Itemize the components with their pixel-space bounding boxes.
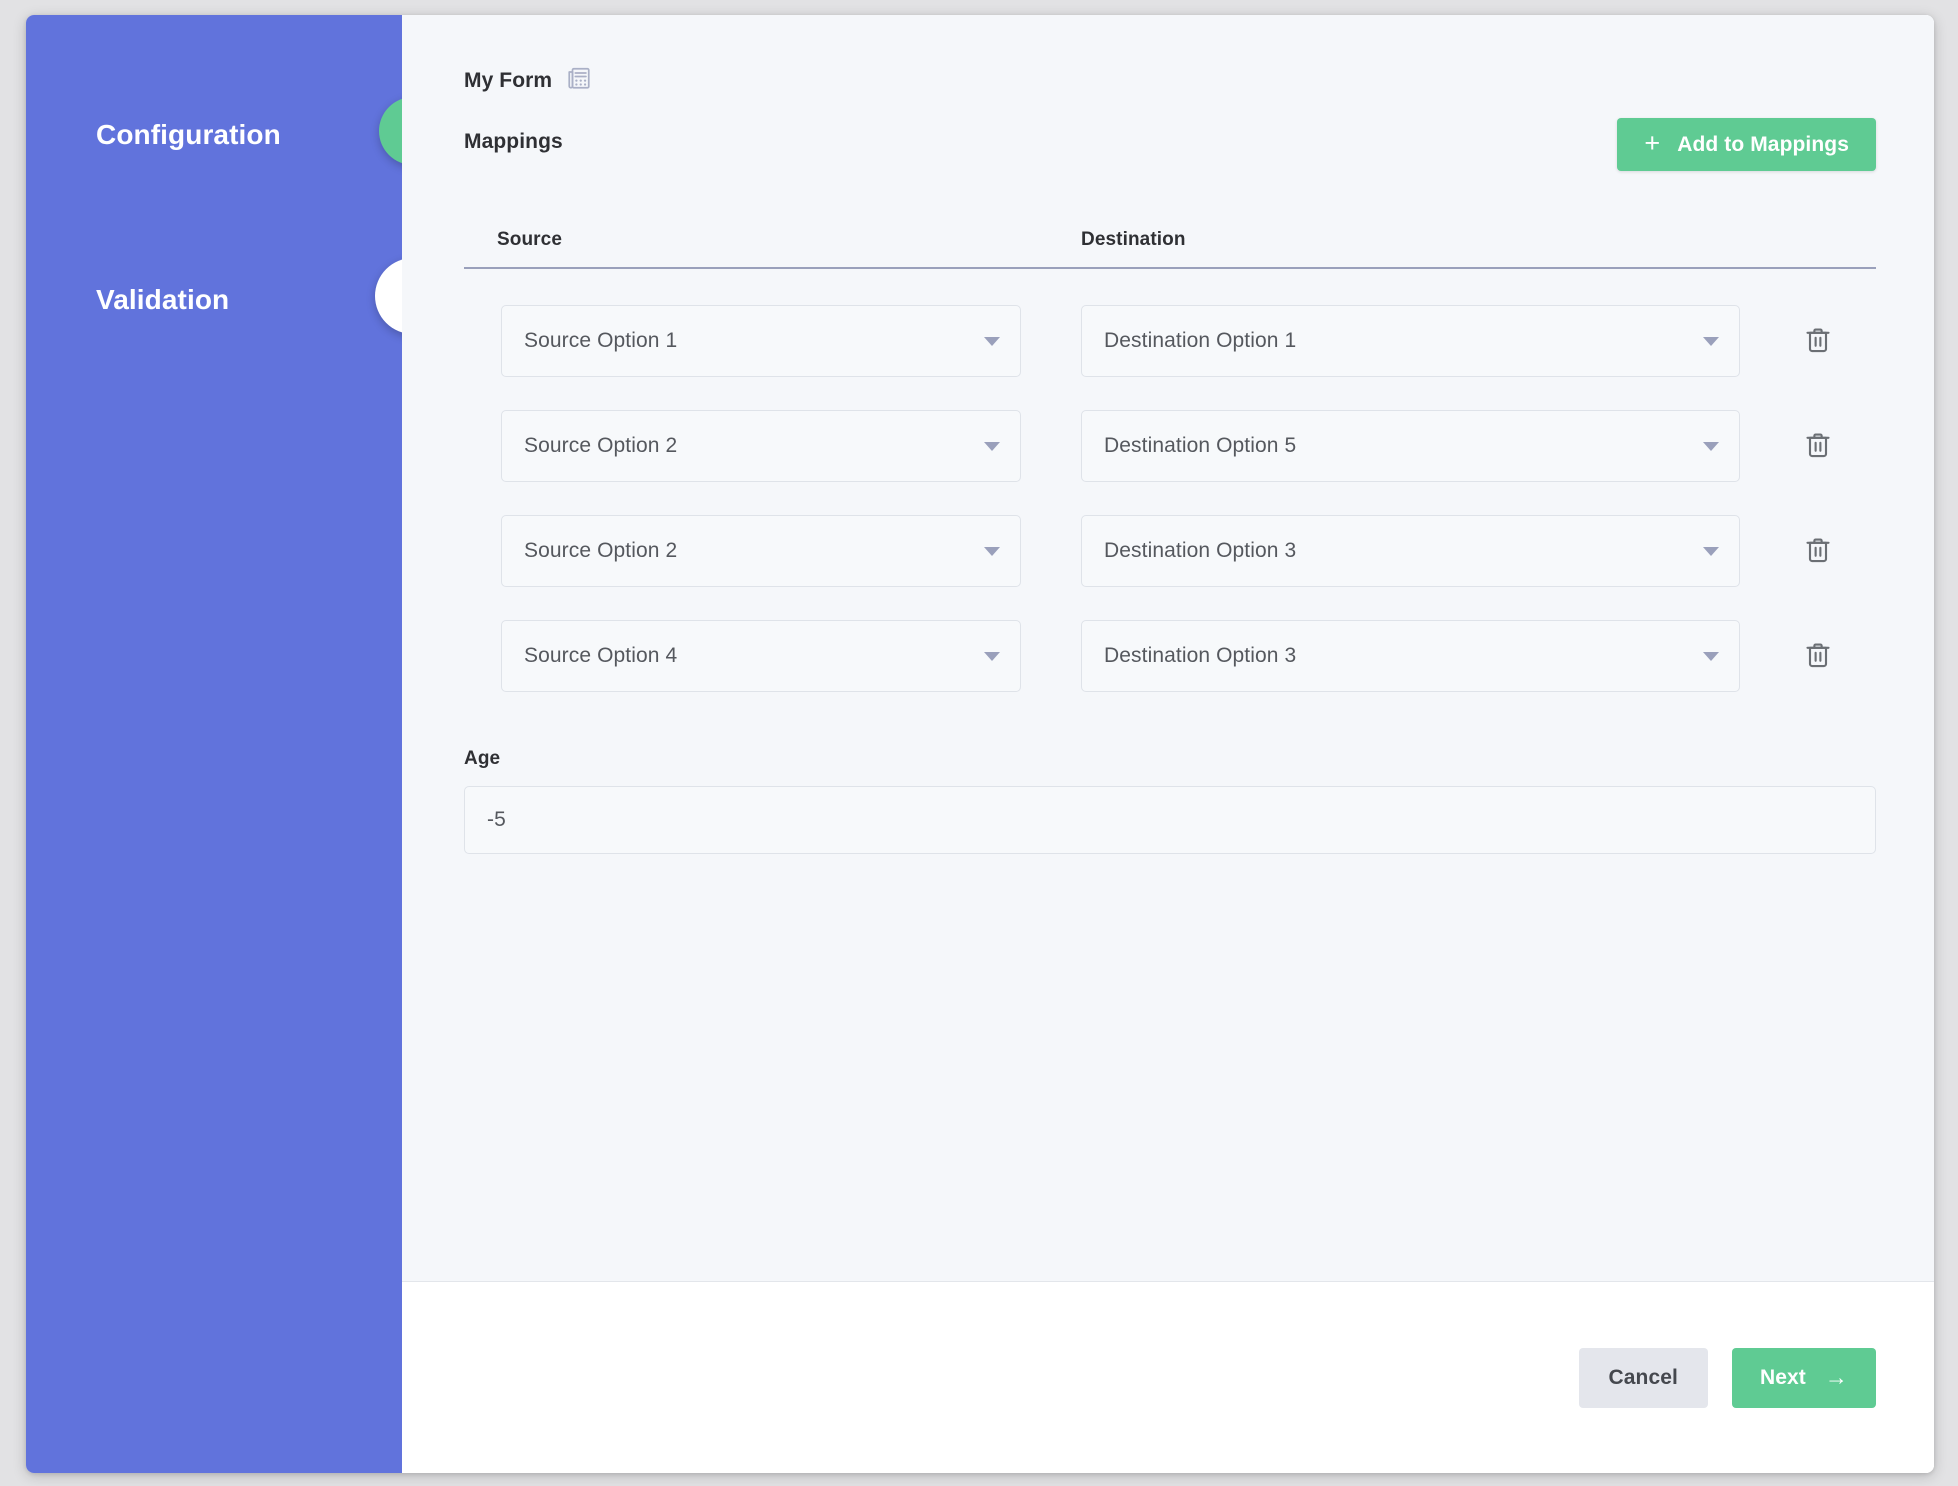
age-input[interactable] [464,786,1876,854]
next-button[interactable]: Next → [1732,1348,1876,1408]
destination-cell: Destination Option 3 [1054,515,1760,587]
chevron-down-icon [1703,652,1719,661]
delete-mapping-button-1[interactable] [1797,424,1839,469]
chevron-down-icon [984,442,1000,451]
table-row: Source Option 2 Destination Option 3 [464,515,1876,587]
delete-mapping-button-2[interactable] [1797,529,1839,574]
source-cell: Source Option 2 [464,515,1054,587]
delete-mapping-button-3[interactable] [1797,634,1839,679]
source-cell: Source Option 4 [464,620,1054,692]
table-row: Source Option 4 Destination Option 3 [464,620,1876,692]
content-area: My Form Mappings [402,15,1934,1281]
chevron-down-icon [984,547,1000,556]
cancel-button-label: Cancel [1609,1366,1678,1389]
section-header-row: Mappings + Add to Mappings [464,118,1876,171]
source-select-2[interactable]: Source Option 2 [501,515,1021,587]
chevron-down-icon [1703,547,1719,556]
destination-cell: Destination Option 5 [1054,410,1760,482]
table-row: Source Option 1 Destination Option 1 [464,305,1876,377]
destination-cell: Destination Option 3 [1054,620,1760,692]
source-select-1[interactable]: Source Option 2 [501,410,1021,482]
source-select-3[interactable]: Source Option 4 [501,620,1021,692]
table-row: Source Option 2 Destination Option 5 [464,410,1876,482]
wizard-dialog: Configuration 1 Validation 2 My Form [26,15,1934,1473]
add-to-mappings-button[interactable]: + Add to Mappings [1617,118,1876,171]
source-select-value-0: Source Option 1 [524,329,972,353]
destination-select-value-3: Destination Option 3 [1104,644,1691,668]
action-cell [1760,634,1876,679]
delete-mapping-button-0[interactable] [1797,319,1839,364]
column-header-destination: Destination [1054,229,1876,251]
column-header-source: Source [464,229,1054,251]
sidebar-item-configuration[interactable]: Configuration [96,100,426,170]
trash-icon [1803,640,1833,673]
next-button-label: Next [1760,1366,1806,1390]
destination-cell: Destination Option 1 [1054,305,1760,377]
section-title: Mappings [464,118,563,154]
action-cell [1760,319,1876,364]
page-title: My Form [464,69,552,93]
destination-select-value-0: Destination Option 1 [1104,329,1691,353]
form-icon [566,65,592,96]
chevron-down-icon [984,337,1000,346]
plus-icon: + [1644,130,1660,157]
source-cell: Source Option 1 [464,305,1054,377]
form-title-row: My Form [464,65,1876,96]
trash-icon [1803,430,1833,463]
chevron-down-icon [1703,442,1719,451]
trash-icon [1803,535,1833,568]
dialog-footer: Cancel Next → [402,1281,1934,1473]
destination-select-value-1: Destination Option 5 [1104,434,1691,458]
sidebar-item-label-validation: Validation [96,284,229,316]
chevron-down-icon [984,652,1000,661]
action-cell [1760,424,1876,469]
source-cell: Source Option 2 [464,410,1054,482]
source-select-0[interactable]: Source Option 1 [501,305,1021,377]
destination-select-3[interactable]: Destination Option 3 [1081,620,1740,692]
arrow-right-icon: → [1825,1366,1848,1389]
mappings-table-header: Source Destination [464,229,1876,269]
trash-icon [1803,325,1833,358]
chevron-down-icon [1703,337,1719,346]
sidebar-item-label-configuration: Configuration [96,119,281,151]
source-select-value-3: Source Option 4 [524,644,972,668]
main-panel: My Form Mappings [402,15,1934,1473]
destination-select-value-2: Destination Option 3 [1104,539,1691,563]
age-field-label: Age [464,748,1876,770]
add-to-mappings-label: Add to Mappings [1677,133,1849,157]
action-cell [1760,529,1876,574]
source-select-value-1: Source Option 2 [524,434,972,458]
destination-select-2[interactable]: Destination Option 3 [1081,515,1740,587]
destination-select-1[interactable]: Destination Option 5 [1081,410,1740,482]
source-select-value-2: Source Option 2 [524,539,972,563]
destination-select-0[interactable]: Destination Option 1 [1081,305,1740,377]
wizard-sidebar: Configuration 1 Validation 2 [26,15,402,1473]
cancel-button[interactable]: Cancel [1579,1348,1708,1408]
age-field-block: Age [464,748,1876,854]
